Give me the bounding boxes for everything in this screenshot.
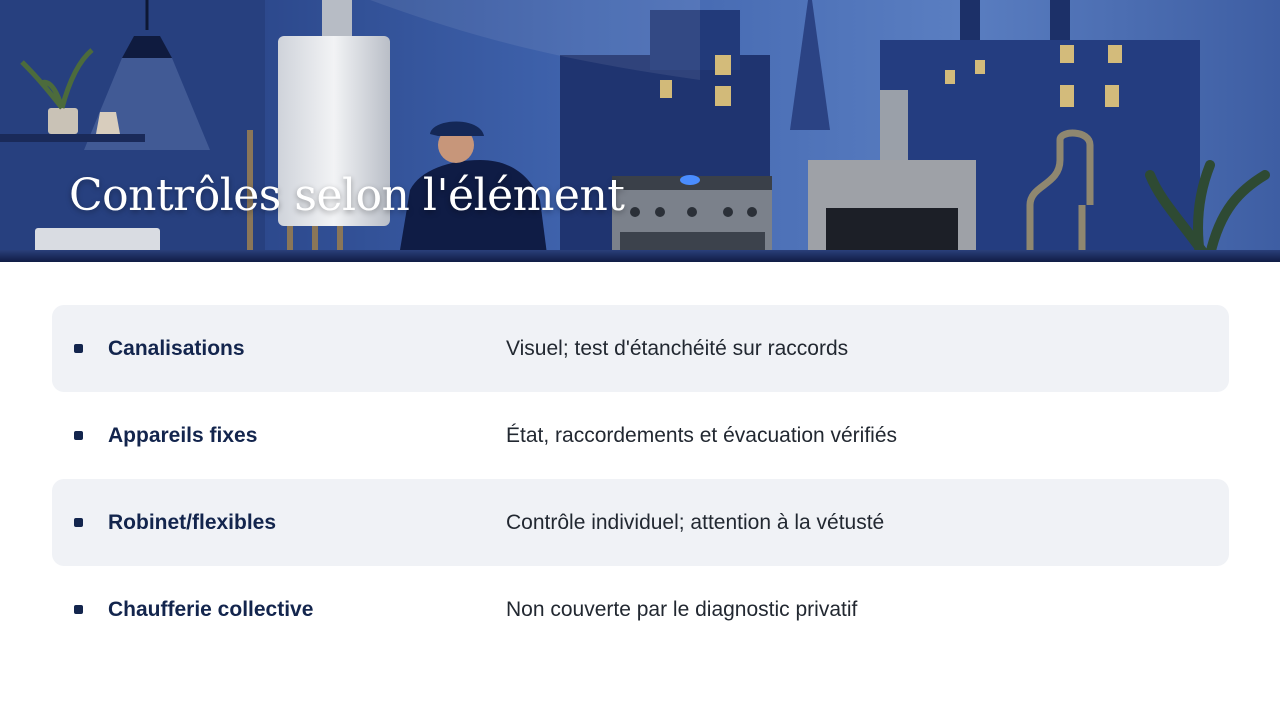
list-item: Canalisations Visuel; test d'étanchéité … bbox=[52, 305, 1229, 392]
list-item: Robinet/flexibles Contrôle individuel; a… bbox=[52, 479, 1229, 566]
page-title: Contrôles selon l'élément bbox=[69, 170, 625, 221]
item-description: Visuel; test d'étanchéité sur raccords bbox=[506, 337, 849, 360]
bullet-icon bbox=[74, 518, 83, 527]
item-label: Robinet/flexibles bbox=[108, 511, 277, 534]
header-banner: Contrôles selon l'élément bbox=[0, 0, 1280, 262]
item-description: Contrôle individuel; attention à la vétu… bbox=[506, 511, 885, 534]
item-label: Appareils fixes bbox=[108, 424, 258, 447]
controls-list: Canalisations Visuel; test d'étanchéité … bbox=[52, 305, 1229, 653]
bullet-icon bbox=[74, 431, 83, 440]
list-item: Chaufferie collective Non couverte par l… bbox=[52, 566, 1229, 653]
item-description: Non couverte par le diagnostic privatif bbox=[506, 598, 858, 621]
item-description: État, raccordements et évacuation vérifi… bbox=[506, 424, 898, 447]
item-label: Chaufferie collective bbox=[108, 598, 314, 621]
banner-illustration bbox=[0, 0, 1280, 262]
bullet-icon bbox=[74, 605, 83, 614]
bullet-icon bbox=[74, 344, 83, 353]
list-item: Appareils fixes État, raccordements et é… bbox=[52, 392, 1229, 479]
item-label: Canalisations bbox=[108, 337, 245, 360]
